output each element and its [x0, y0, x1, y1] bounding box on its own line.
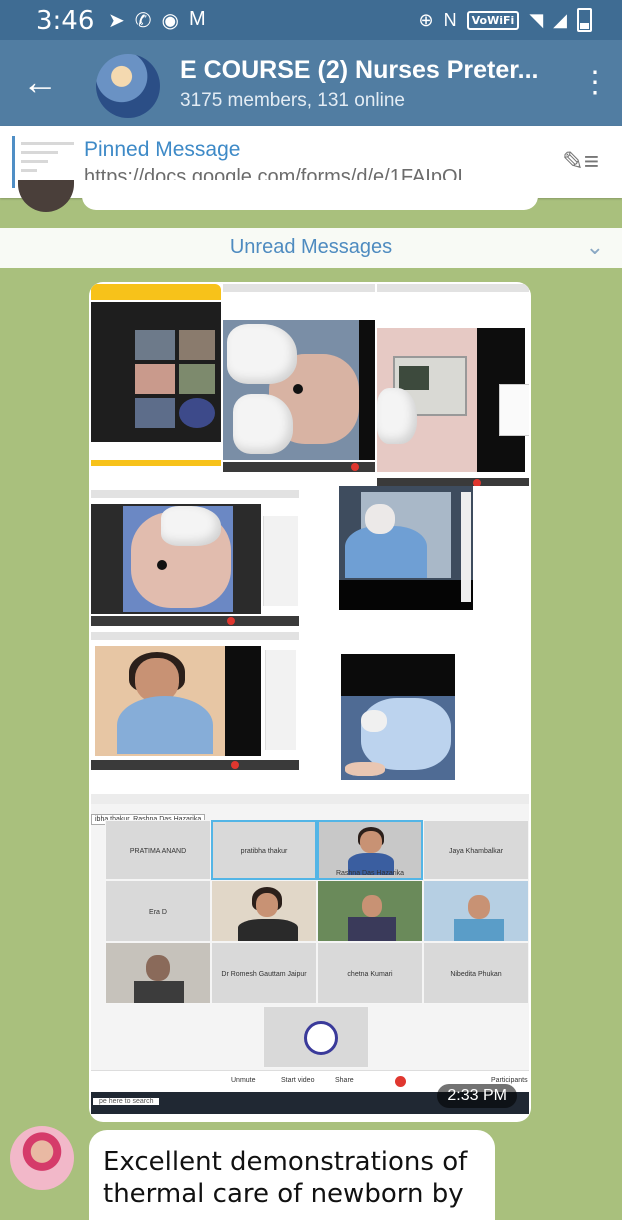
status-time: 3:46: [36, 6, 95, 36]
media-timestamp: 2:33 PM: [437, 1084, 517, 1108]
message-text: Excellent demonstrations of thermal care…: [103, 1146, 483, 1210]
more-options-icon[interactable]: ⋮: [580, 66, 610, 106]
grid-cell-5: Era D: [105, 880, 211, 942]
media-album-message[interactable]: ibha thakur, Rashna Das Hazarika PRATIMA…: [89, 282, 531, 1122]
back-arrow-icon[interactable]: ←: [18, 62, 62, 106]
grid-cell-1: PRATIMA ANAND: [105, 820, 211, 880]
photo-zoom-gallery-1[interactable]: [91, 284, 221, 468]
phone-icon: ✆: [134, 10, 152, 32]
status-bar: 3:46 ➤ ✆ ◉ M ⊕ N VoWiFi ◥ ◢: [0, 0, 622, 40]
battery-icon: [577, 8, 592, 32]
telegram-icon: ➤: [108, 10, 125, 32]
nfc-icon: N: [443, 9, 457, 30]
toolbar-share: Share: [335, 1077, 354, 1084]
grid-cell-9: [105, 942, 211, 1004]
signal-icon: ◢: [553, 9, 567, 30]
toolbar-participants: Participants: [491, 1077, 528, 1084]
grid-cell-8: [423, 880, 529, 942]
sender-avatar[interactable]: [10, 1126, 74, 1190]
grid-cell-6: [211, 880, 317, 942]
message-line-2: thermal care of newborn by: [103, 1179, 464, 1209]
grid-cell-11: chetna Kumari: [317, 942, 423, 1004]
org-logo-icon: [304, 1021, 338, 1055]
unread-label: Unread Messages: [229, 236, 393, 258]
grid-cell-logo: [263, 1006, 369, 1068]
photo-mannequin-demo[interactable]: [223, 284, 375, 472]
grid-cell-4: Jaya Khambalkar: [423, 820, 529, 880]
photo-nurse-gowned[interactable]: [301, 486, 529, 630]
photo-participant-grid[interactable]: ibha thakur, Rashna Das Hazarika PRATIMA…: [91, 794, 529, 1114]
photo-newborn-care-procedure[interactable]: [301, 632, 529, 780]
chat-title[interactable]: E COURSE (2) Nurses Preter...: [180, 56, 538, 85]
chat-subtitle[interactable]: 3175 members, 131 online: [180, 90, 405, 112]
chat-header: ← E COURSE (2) Nurses Preter... 3175 mem…: [0, 40, 622, 126]
grid-cell-3: Rashna Das Hazarika: [317, 820, 423, 880]
unread-divider: Unread Messages ⌄: [0, 228, 622, 268]
status-icons-left: ➤ ✆ ◉ M: [108, 8, 206, 33]
photo-doctor-presenting[interactable]: [91, 632, 299, 770]
previous-message-bubble[interactable]: [82, 180, 538, 210]
toolbar-start-video: Start video: [281, 1077, 315, 1084]
grid-cell-10: Dr Romesh Gauttam Jaipur: [211, 942, 317, 1004]
photo-umbilical-care[interactable]: [91, 490, 299, 626]
status-icons-right: ⊕ N VoWiFi ◥ ◢: [419, 8, 592, 32]
chevron-down-icon[interactable]: ⌄: [586, 234, 604, 260]
group-avatar[interactable]: [96, 54, 160, 118]
toolbar-unmute: Unmute: [231, 1077, 256, 1084]
message-line-1: Excellent demonstrations of: [103, 1147, 468, 1177]
vowifi-icon: VoWiFi: [466, 10, 520, 30]
grid-cell-12: Nibedita Phukan: [423, 942, 529, 1004]
data-saver-icon: ⊕: [418, 9, 434, 30]
text-message-bubble[interactable]: Excellent demonstrations of thermal care…: [89, 1130, 495, 1220]
grid-cell-2: pratibha thakur: [211, 820, 317, 880]
taskbar-search-hint: pe here to search: [93, 1098, 160, 1105]
wifi-icon: ◥: [529, 9, 544, 30]
toolbar-record-icon: [395, 1076, 406, 1087]
photo-ventilator-panel[interactable]: [377, 284, 529, 488]
gmail-icon: M: [188, 8, 206, 30]
previous-sender-avatar[interactable]: [18, 180, 74, 212]
pin-list-icon[interactable]: ✎≡: [562, 146, 604, 178]
pinned-title: Pinned Message: [84, 138, 241, 161]
circle-app-icon: ◉: [161, 10, 179, 32]
grid-cell-7: [317, 880, 423, 942]
